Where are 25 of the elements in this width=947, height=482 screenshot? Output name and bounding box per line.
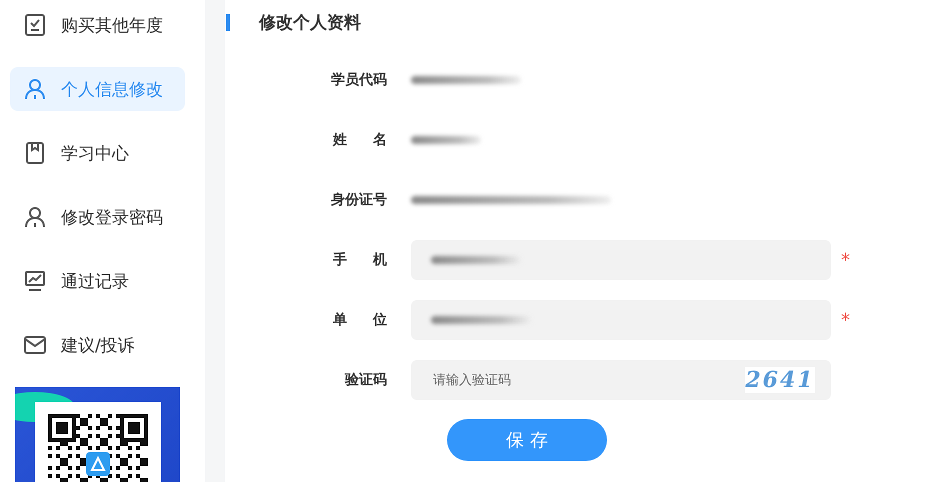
captcha-input[interactable]: 请输入验证码 bbox=[431, 372, 745, 388]
captcha-image: 2641 bbox=[745, 367, 815, 393]
required-mark: * bbox=[841, 250, 850, 270]
chart-icon bbox=[23, 269, 47, 293]
sidebar-item[interactable]: 通过记录 bbox=[10, 259, 185, 303]
person-icon bbox=[23, 205, 47, 229]
section-title: 修改个人资料 bbox=[259, 12, 361, 34]
field-label: 手 机 bbox=[333, 251, 387, 269]
field-label: 身份证号 bbox=[330, 191, 387, 209]
redacted-text bbox=[411, 136, 481, 144]
input-field[interactable] bbox=[411, 300, 831, 340]
person-icon bbox=[23, 77, 47, 101]
required-mark: * bbox=[841, 310, 850, 330]
field-label: 学员代码 bbox=[330, 71, 387, 89]
field-label: 单 位 bbox=[333, 311, 387, 329]
sidebar-item[interactable]: 建议/投诉 bbox=[10, 323, 185, 367]
field-label: 验证码 bbox=[344, 371, 387, 389]
field-label: 姓 名 bbox=[333, 131, 387, 149]
sidebar-item[interactable]: 学习中心 bbox=[10, 131, 185, 175]
sidebar-item[interactable]: 购买其他年度 bbox=[10, 3, 185, 47]
sidebar-item[interactable]: 修改登录密码 bbox=[10, 195, 185, 239]
mail-icon bbox=[23, 333, 47, 357]
book-icon bbox=[23, 141, 47, 165]
checklist-icon bbox=[23, 13, 47, 37]
input-field[interactable] bbox=[411, 240, 831, 280]
